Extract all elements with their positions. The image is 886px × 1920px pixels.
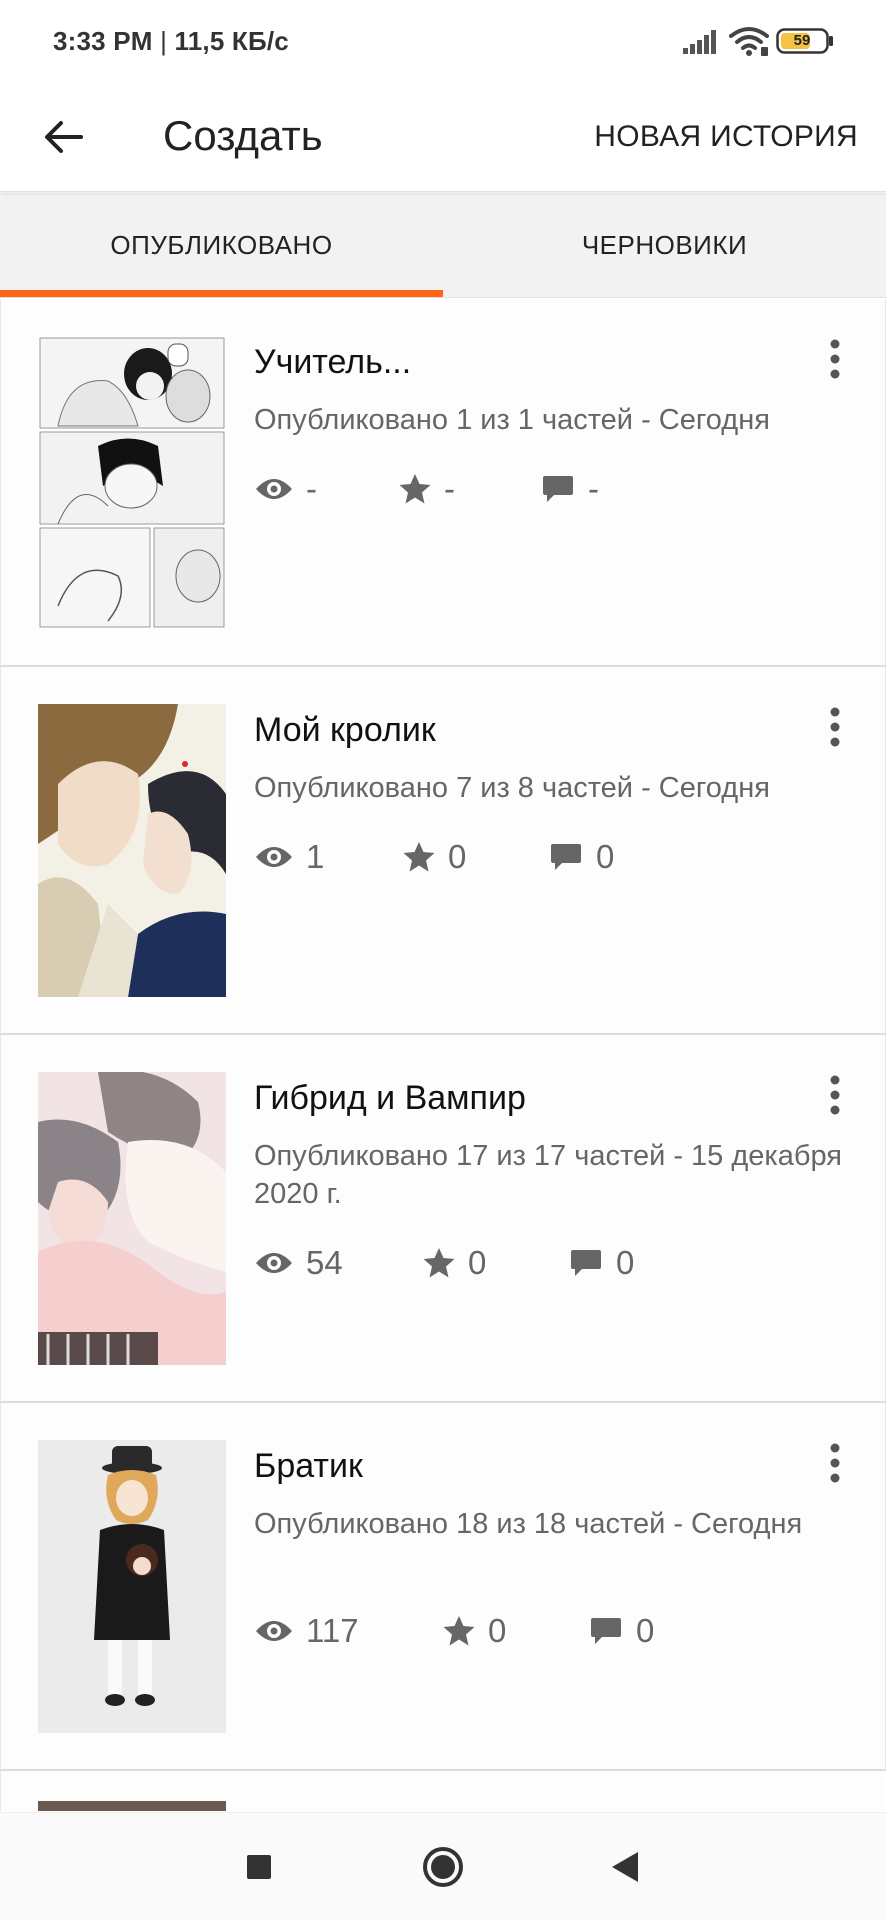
story-stats: 54 0 0 — [254, 1240, 814, 1286]
comments-count: - — [588, 470, 599, 507]
tab-drafts[interactable]: ЧЕРНОВИКИ — [443, 193, 886, 298]
comment-icon — [551, 844, 581, 870]
more-vertical-icon — [830, 1075, 840, 1115]
wifi-icon — [729, 27, 769, 56]
star-icon — [403, 842, 435, 872]
story-publish-status: Опубликовано 7 из 8 частей - Сегодня — [254, 772, 770, 804]
story-menu-button[interactable] — [815, 697, 855, 757]
back-button[interactable] — [30, 104, 96, 170]
star-icon — [399, 474, 431, 504]
comment-icon — [571, 1250, 601, 1276]
views-count: - — [306, 470, 317, 507]
app-header: Создать НОВАЯ ИСТОРИЯ — [0, 82, 886, 192]
square-icon — [247, 1855, 271, 1879]
eye-icon — [256, 479, 292, 499]
stat-votes: 0 — [402, 838, 550, 876]
story-card[interactable]: Гибрид и Вампир Опубликовано 17 из 17 ча… — [0, 1035, 886, 1403]
story-list: Учитель... Опубликовано 1 из 1 частей - … — [0, 299, 886, 1811]
stat-votes: 0 — [442, 1612, 590, 1650]
story-card[interactable]: Братик Опубликовано 18 из 18 частей - Се… — [0, 1403, 886, 1771]
votes-count: 0 — [488, 1612, 507, 1649]
story-menu-button[interactable] — [815, 1065, 855, 1125]
comments-count: 0 — [636, 1612, 655, 1649]
story-cover-image[interactable] — [38, 1072, 226, 1365]
comments-count: 0 — [616, 1244, 635, 1281]
status-separator: | — [160, 26, 168, 56]
stat-comments: - — [542, 470, 599, 508]
stat-views: 54 — [254, 1244, 422, 1282]
story-title[interactable]: Братик — [254, 1445, 794, 1487]
story-title[interactable]: Гибрид и Вампир — [254, 1077, 794, 1119]
comment-icon — [591, 1618, 621, 1644]
page-title: Создать — [163, 112, 323, 159]
home-button[interactable] — [413, 1837, 473, 1897]
tab-published[interactable]: ОПУБЛИКОВАНО — [0, 193, 443, 298]
story-menu-button[interactable] — [815, 1433, 855, 1493]
votes-count: 0 — [448, 838, 467, 875]
eye-icon — [256, 1621, 292, 1641]
story-publish-status: Опубликовано 17 из 17 частей - 15 декабр… — [254, 1140, 842, 1210]
stat-comments: 0 — [570, 1244, 634, 1282]
views-count: 1 — [306, 838, 325, 875]
system-navigation-bar — [0, 1812, 886, 1920]
signal-icon — [683, 30, 716, 54]
stat-comments: 0 — [550, 838, 614, 876]
status-time: 3:33 PM — [53, 26, 153, 56]
story-publish-status: Опубликовано 18 из 18 частей - Сегодня — [254, 1508, 803, 1540]
votes-count: 0 — [468, 1244, 487, 1281]
more-vertical-icon — [830, 707, 840, 747]
stat-votes: - — [398, 470, 542, 508]
story-stats: 1 0 0 — [254, 834, 814, 880]
story-menu-button[interactable] — [815, 329, 855, 389]
battery-icon: 59 — [776, 28, 834, 54]
story-card[interactable]: Учитель... Опубликовано 1 из 1 частей - … — [0, 299, 886, 667]
story-title[interactable]: Мой кролик — [254, 709, 794, 751]
stat-views: 1 — [254, 838, 402, 876]
eye-icon — [256, 847, 292, 867]
eye-icon — [256, 1253, 292, 1273]
stat-comments: 0 — [590, 1612, 654, 1650]
story-cover-image[interactable] — [38, 704, 226, 997]
status-text: 3:33 PM | 11,5 КБ/с — [53, 26, 289, 57]
arrow-left-icon — [45, 121, 83, 153]
story-stats: - - - — [254, 466, 814, 512]
votes-count: - — [444, 470, 455, 507]
story-card-partial[interactable] — [0, 1771, 886, 1811]
stat-views: - — [254, 470, 398, 508]
battery-level: 59 — [793, 32, 811, 49]
story-cover-image[interactable] — [38, 1440, 226, 1733]
comments-count: 0 — [596, 838, 615, 875]
comment-icon — [543, 476, 573, 502]
star-icon — [443, 1616, 475, 1646]
story-cover-image[interactable] — [38, 1801, 226, 1811]
stat-votes: 0 — [422, 1244, 570, 1282]
back-nav-button[interactable] — [595, 1837, 655, 1897]
triangle-back-icon — [612, 1852, 638, 1882]
status-speed: 11,5 КБ/с — [174, 26, 289, 56]
stat-views: 117 — [254, 1612, 442, 1650]
story-card[interactable]: Мой кролик Опубликовано 7 из 8 частей - … — [0, 667, 886, 1035]
circle-icon — [423, 1847, 463, 1887]
tab-bar: ОПУБЛИКОВАНО ЧЕРНОВИКИ — [0, 193, 886, 298]
story-publish-status: Опубликовано 1 из 1 частей - Сегодня — [254, 404, 770, 436]
story-title[interactable]: Учитель... — [254, 341, 794, 383]
recents-button[interactable] — [229, 1837, 289, 1897]
story-stats: 117 0 0 — [254, 1608, 814, 1654]
new-story-button[interactable]: НОВАЯ ИСТОРИЯ — [594, 112, 858, 162]
views-count: 54 — [306, 1244, 343, 1281]
views-count: 117 — [306, 1612, 359, 1649]
status-bar: 3:33 PM | 11,5 КБ/с 59 — [0, 0, 886, 82]
more-vertical-icon — [830, 339, 840, 379]
story-cover-image[interactable] — [38, 336, 226, 629]
tab-active-indicator — [0, 290, 443, 297]
more-vertical-icon — [830, 1443, 840, 1483]
star-icon — [423, 1248, 455, 1278]
